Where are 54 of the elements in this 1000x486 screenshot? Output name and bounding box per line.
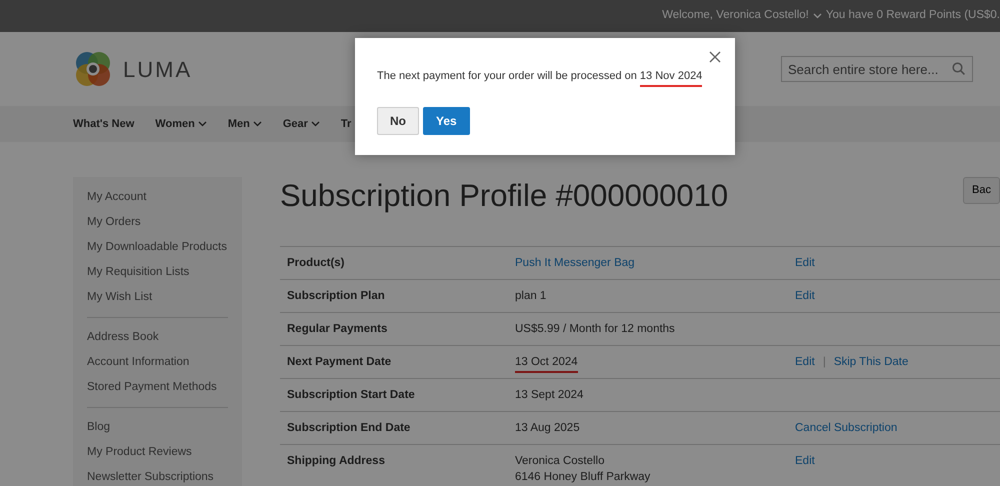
nav-link[interactable]: Men (228, 116, 262, 132)
sidebar-link[interactable]: My Orders (87, 210, 242, 235)
row-value: 13 Sept 2024 (515, 389, 584, 402)
search-field[interactable]: Search entire store here... (781, 56, 973, 82)
action-link[interactable]: Edit (795, 288, 815, 304)
caret-icon[interactable] (252, 121, 262, 127)
welcome-link[interactable]: Welcome, Veronica Costello! (662, 7, 809, 25)
cancel-button[interactable]: No (377, 106, 419, 134)
row-value: plan 1 (515, 290, 546, 302)
search-icon[interactable] (952, 62, 965, 75)
action-link[interactable]: Edit (795, 453, 815, 470)
logo-icon[interactable] (73, 49, 113, 89)
nav-link[interactable]: Women (155, 116, 207, 132)
caret-icon[interactable] (310, 121, 320, 127)
reward-points-text: You have 0 Reward Points (US$0. (826, 8, 1000, 24)
action-link[interactable]: Cancel Subscription (795, 420, 898, 436)
sidebar-link[interactable]: My Account (87, 185, 242, 210)
separator-text: | (822, 355, 826, 370)
sidebar-link[interactable]: Blog (87, 415, 242, 440)
product-link[interactable]: Push It Messenger Bag (515, 257, 635, 270)
sidebar-link[interactable]: Account Information (87, 350, 242, 375)
row-label: Shipping Address (286, 454, 386, 470)
row-label: Subscription End Date (286, 421, 412, 436)
action-link[interactable]: Skip This Date (834, 354, 908, 370)
nav-link[interactable]: What's New (73, 116, 134, 132)
sidebar-link[interactable]: Address Book (87, 325, 242, 350)
modal-message: The next payment for your order will be processed on (377, 70, 637, 82)
row-value: 13 Oct 2024 (515, 356, 578, 374)
page-title: Subscription Profile #000000010 (280, 177, 728, 214)
row-label: Product(s) (286, 256, 346, 272)
sidebar-link[interactable]: My Downloadable Products (87, 235, 242, 260)
sidebar-link[interactable]: My Wish List (87, 285, 242, 310)
sidebar-link[interactable]: Newsletter Subscriptions (87, 465, 242, 486)
sidebar-link[interactable]: Stored Payment Methods (87, 375, 242, 400)
row-label: Regular Payments (286, 322, 388, 338)
row-value: 6146 Honey Bluff Parkway (515, 471, 650, 484)
sidebar-link[interactable]: My Requisition Lists (87, 260, 242, 285)
action-link[interactable]: Edit (795, 354, 815, 370)
confirm-button[interactable]: Yes (423, 106, 470, 134)
logo-text: LUMA (123, 56, 192, 84)
row-label: Subscription Start Date (286, 388, 416, 404)
row-label: Subscription Plan (286, 289, 386, 304)
row-value: US$5.99 / Month for 12 months (515, 323, 675, 336)
nav-link[interactable]: Gear (282, 116, 320, 132)
sidebar-link[interactable]: My Product Reviews (87, 440, 242, 465)
caret-icon[interactable] (198, 121, 207, 127)
close-icon[interactable] (709, 51, 721, 63)
action-link[interactable]: Edit (795, 255, 815, 272)
row-label: Next Payment Date (286, 355, 392, 370)
nav-link[interactable]: Tr (340, 116, 352, 132)
back-button[interactable]: Bac (963, 177, 1000, 204)
row-value: Veronica Costello (515, 455, 604, 468)
modal-date: 13 Nov 2024 (640, 70, 702, 87)
row-value: 13 Aug 2025 (515, 422, 580, 434)
